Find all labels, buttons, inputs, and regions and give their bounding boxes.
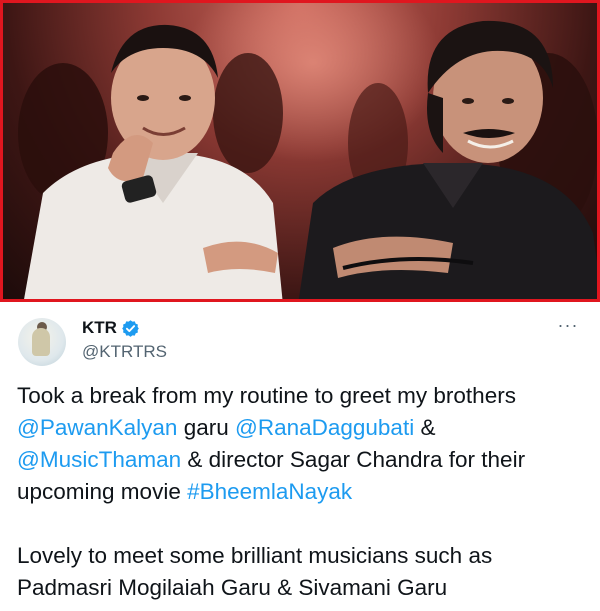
hashtag-bheemlanayak[interactable]: #BheemlaNayak: [187, 479, 352, 504]
mention-pawankalyan[interactable]: @PawanKalyan: [17, 415, 177, 440]
avatar[interactable]: [18, 318, 66, 366]
tweet-photo[interactable]: [0, 0, 600, 302]
mention-ranadaggubati[interactable]: @RanaDaggubati: [235, 415, 414, 440]
mention-musicthaman[interactable]: @MusicThaman: [17, 447, 181, 472]
more-options-button[interactable]: ···: [556, 316, 580, 338]
author-handle[interactable]: @KTRTRS: [82, 342, 167, 362]
tweet-text-segment: Took a break from my routine to greet my…: [17, 383, 516, 408]
tweet-text-segment: Padmasri Mogilaiah Garu & Sivamani Garu: [17, 575, 448, 600]
tweet-text-segment: Lovely to meet some brilliant musicians …: [17, 543, 493, 568]
tweet-text: Took a break from my routine to greet my…: [17, 380, 595, 604]
photo-illustration: [18, 20, 597, 299]
author-display-name: KTR: [82, 318, 117, 337]
tweet-text-segment: garu: [177, 415, 235, 440]
tweet-paragraph-1: Took a break from my routine to greet my…: [17, 380, 595, 508]
avatar-figure-body: [32, 328, 50, 356]
tweet-paragraph-2: Lovely to meet some brilliant musicians …: [17, 540, 595, 604]
author-name[interactable]: KTR: [82, 318, 140, 338]
verified-badge-icon: [121, 319, 140, 338]
tweet-text-segment: &: [414, 415, 436, 440]
